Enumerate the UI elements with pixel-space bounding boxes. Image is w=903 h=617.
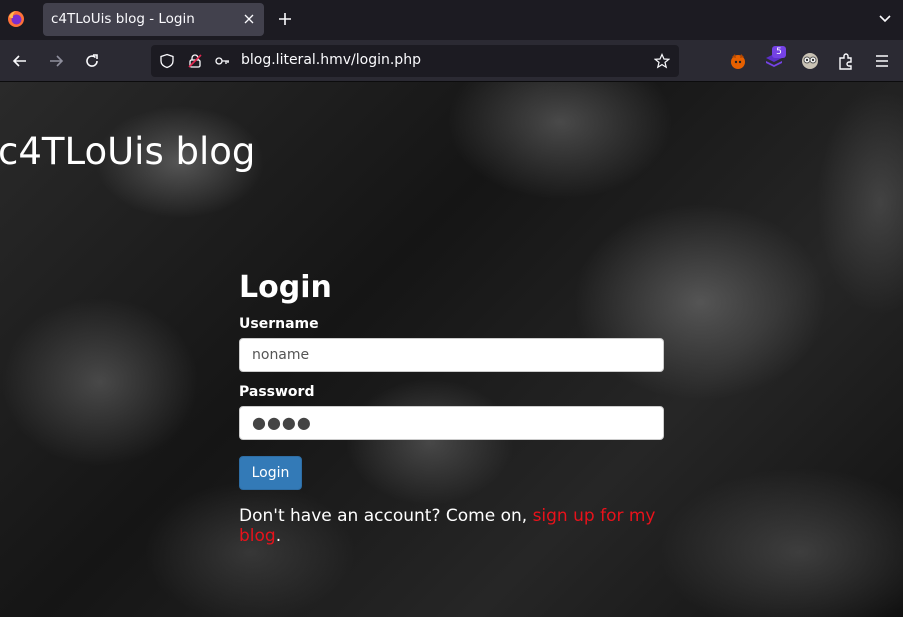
password-input[interactable]: ●●●●: [239, 406, 664, 440]
shield-icon[interactable]: [159, 53, 175, 69]
extension-fox-icon[interactable]: [728, 51, 748, 71]
bookmark-star-icon[interactable]: [654, 53, 670, 69]
active-tab[interactable]: c4TLoUis blog - Login: [43, 3, 264, 36]
navigation-toolbar: blog.literal.hmv/login.php 5: [0, 40, 903, 82]
page-content: c4TLoUis blog Login Username noname Pass…: [0, 82, 903, 617]
password-label: Password: [239, 384, 315, 400]
blog-title: c4TLoUis blog: [0, 130, 256, 173]
address-bar[interactable]: blog.literal.hmv/login.php: [151, 45, 679, 77]
url-text[interactable]: blog.literal.hmv/login.php: [241, 52, 421, 68]
extension-badge: 5: [772, 46, 786, 58]
extensions-puzzle-icon[interactable]: [836, 51, 856, 71]
signup-prompt: Don't have an account? Come on, sign up …: [239, 506, 659, 546]
key-icon[interactable]: [214, 53, 230, 69]
password-masked-value: ●●●●: [252, 413, 312, 432]
hamburger-menu-icon[interactable]: [872, 51, 892, 71]
chevron-down-icon[interactable]: [877, 11, 893, 27]
reload-icon[interactable]: [82, 51, 102, 71]
new-tab-plus-icon[interactable]: [276, 10, 294, 28]
tab-strip: c4TLoUis blog - Login: [0, 0, 903, 40]
firefox-icon[interactable]: [7, 10, 25, 28]
extension-owl-icon[interactable]: [800, 51, 820, 71]
login-button[interactable]: Login: [239, 456, 302, 490]
username-input[interactable]: noname: [239, 338, 664, 372]
insecure-lock-icon[interactable]: [187, 53, 203, 69]
signup-prefix: Don't have an account? Come on,: [239, 506, 533, 526]
tab-title: c4TLoUis blog - Login: [51, 11, 195, 27]
username-label: Username: [239, 316, 319, 332]
signup-suffix: .: [275, 526, 282, 546]
login-form: Login Username noname Password ●●●● Logi…: [239, 270, 664, 546]
forward-arrow-icon[interactable]: [46, 51, 66, 71]
close-icon[interactable]: [242, 12, 256, 26]
back-arrow-icon[interactable]: [10, 51, 30, 71]
login-heading: Login: [239, 270, 332, 305]
